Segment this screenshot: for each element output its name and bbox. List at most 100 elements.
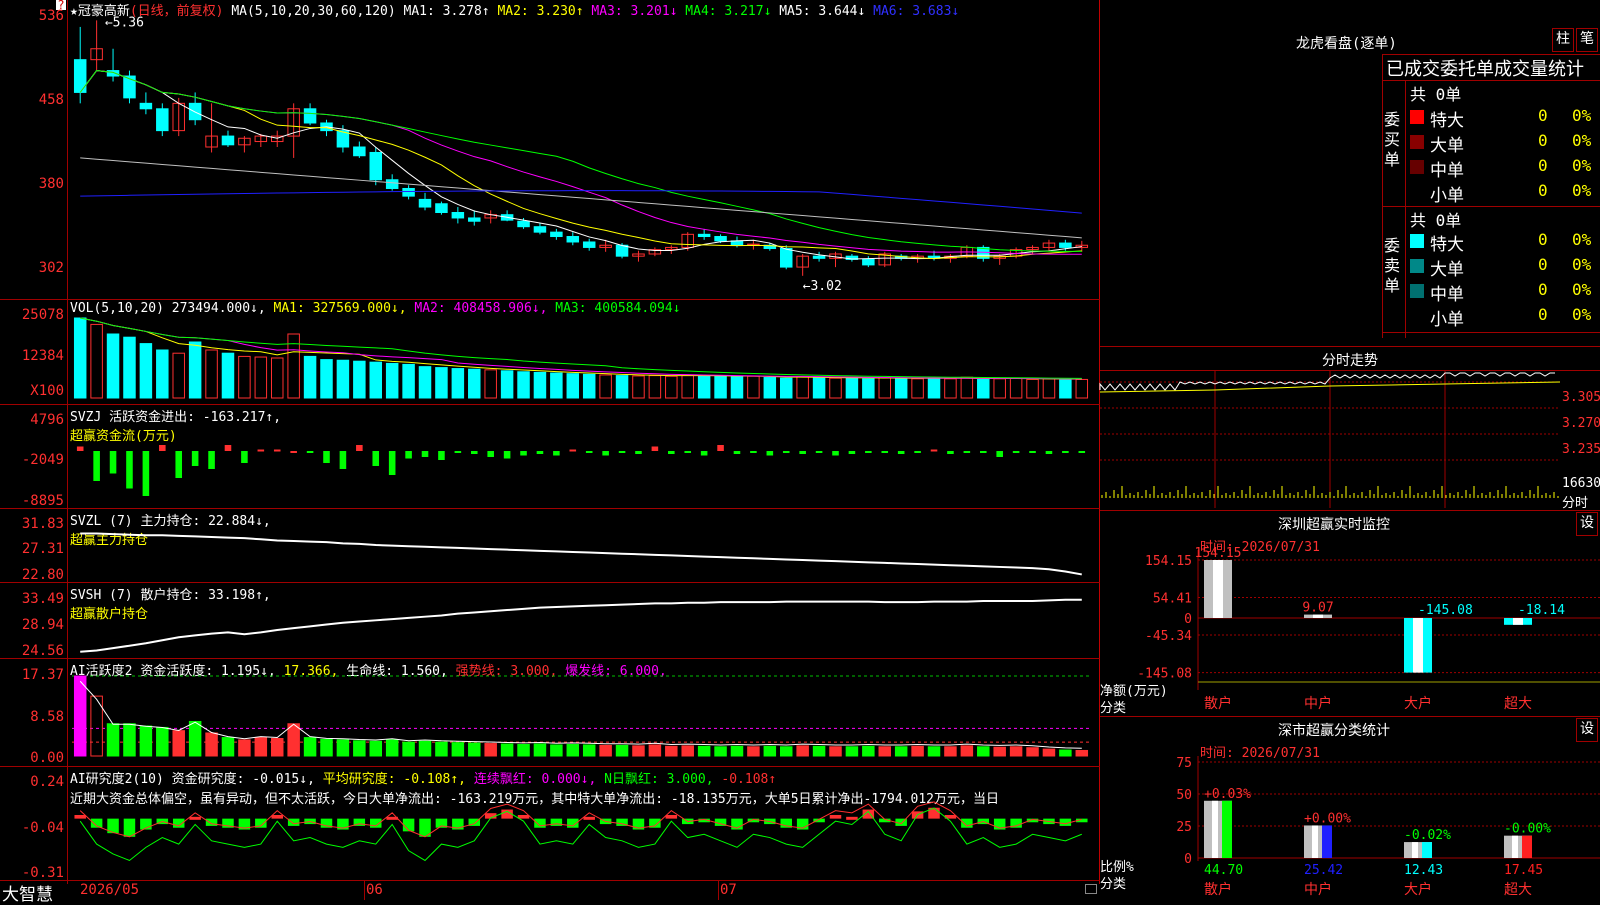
activity-bar [73, 675, 87, 757]
activity-bar [287, 723, 300, 757]
cls-cat-label: 超大 [1504, 881, 1532, 897]
sz-bar-highlight [1413, 618, 1423, 673]
tick-mode-button[interactable]: 笔 [1576, 28, 1598, 52]
candle-body [1059, 242, 1072, 248]
volume-bar [1009, 377, 1023, 399]
activity-bar [369, 740, 383, 757]
lhb-header: 已成交委托单成交量统计 [1386, 59, 1584, 80]
candle-body [451, 212, 465, 219]
fund-flow-bar [750, 451, 757, 453]
fund-flow-bar [684, 451, 692, 453]
volume-bar [451, 368, 465, 399]
research-bar [271, 815, 283, 819]
fund-flow-bar [635, 451, 642, 454]
volume-bar [369, 361, 383, 399]
activity-bar [238, 739, 251, 757]
volume-bar [139, 343, 153, 399]
fund-flow-bar [191, 451, 199, 466]
legend-square [1410, 309, 1424, 323]
candle-body [435, 203, 448, 213]
activity-bar [270, 737, 284, 757]
volume-bar [911, 378, 924, 399]
activity-bar [106, 723, 120, 757]
fund-flow-bar [651, 446, 659, 451]
lhb-title: 龙虎看盘(逐单) [1296, 36, 1397, 52]
activity-bar [139, 725, 153, 757]
activity-bar [665, 745, 678, 757]
lock-icon[interactable] [1085, 884, 1097, 894]
activity-bar [221, 737, 235, 757]
activity-bar [188, 720, 202, 757]
volume-bar [927, 377, 941, 399]
activity-bar [353, 740, 366, 757]
volume-bar [303, 355, 317, 399]
candle-body [697, 233, 711, 238]
volume-bar [320, 359, 333, 399]
fund-flow-bar [766, 451, 774, 456]
research-bar [583, 816, 595, 820]
ma-line [79, 70, 1082, 252]
fund-flow-bar [930, 449, 938, 452]
volume-bar [632, 375, 645, 399]
candle-body [615, 244, 629, 257]
candle-body [582, 241, 596, 248]
order-pct: 0% [1572, 156, 1592, 175]
sep [1405, 80, 1406, 338]
volume-bar [550, 372, 563, 399]
volume-bar [665, 375, 678, 399]
volume-bar [1075, 378, 1089, 399]
legend-square [1410, 160, 1424, 174]
research-bar [123, 818, 136, 837]
volume-bar [779, 377, 793, 399]
fund-flow-bar [76, 446, 84, 451]
fund-flow-bar [470, 451, 478, 454]
volume-bar [336, 359, 350, 399]
order-pct: 0% [1572, 131, 1592, 150]
fund-flow-bar [224, 445, 232, 451]
volume-bar [484, 369, 497, 399]
volume-bar [402, 363, 415, 399]
sell-label: 委卖单 [1384, 236, 1401, 295]
volume-bar [221, 352, 235, 399]
fund-flow-bar [815, 451, 823, 453]
cls-value-label: 12.43 [1404, 863, 1443, 878]
activity-bar [615, 744, 629, 757]
cls-value-label: 17.45 [1504, 863, 1543, 878]
volume-bar [385, 362, 399, 399]
left-chart-area: ★冠豪高新(日线，前复权) MA(5,10,20,30,60,120) MA1:… [0, 0, 1100, 905]
activity-bar [862, 745, 875, 757]
x-tick-mark [718, 880, 719, 900]
bar-mode-button[interactable]: 柱 [1552, 28, 1574, 52]
fund-flow-bar [553, 451, 560, 456]
volume-bar [435, 367, 448, 399]
research-bar [517, 815, 530, 819]
order-pct: 0% [1572, 255, 1592, 274]
x-tick-jun: 06 [366, 882, 383, 898]
candle-body [385, 179, 399, 189]
sep [1100, 346, 1600, 347]
fund-flow-bar [848, 451, 856, 454]
order-size-label: 中单 [1430, 161, 1464, 181]
sz-y-tick: 154.15 [1145, 554, 1192, 569]
fund-flow-bar [602, 451, 609, 456]
activity-bar [402, 741, 415, 757]
order-count: 0 [1538, 305, 1548, 324]
order-pct: 0% [1572, 181, 1592, 200]
volume-bar [1026, 378, 1039, 399]
volume-bar [73, 317, 87, 399]
fund-flow-bar [569, 449, 577, 452]
fund-flow-bar [257, 449, 265, 452]
sz-y-tick: 0 [1184, 612, 1192, 627]
fund-flow-bar [126, 451, 133, 489]
volume-bar [714, 375, 727, 399]
activity-bar [697, 745, 711, 757]
volume-bar [697, 375, 711, 399]
class-ratio-chart: 75 50 25 0 +0.03% 44.70 散户 +0.00% 25.42 中户 -0.02% 1… [1176, 756, 1600, 897]
fund-flow-bar [421, 451, 429, 457]
candle-body [123, 75, 136, 99]
candle-body [779, 248, 793, 268]
order-size-label: 大单 [1430, 260, 1464, 280]
cls-bar-highlight [1212, 800, 1218, 858]
candle-body [714, 236, 727, 242]
volume-bar [468, 368, 481, 399]
